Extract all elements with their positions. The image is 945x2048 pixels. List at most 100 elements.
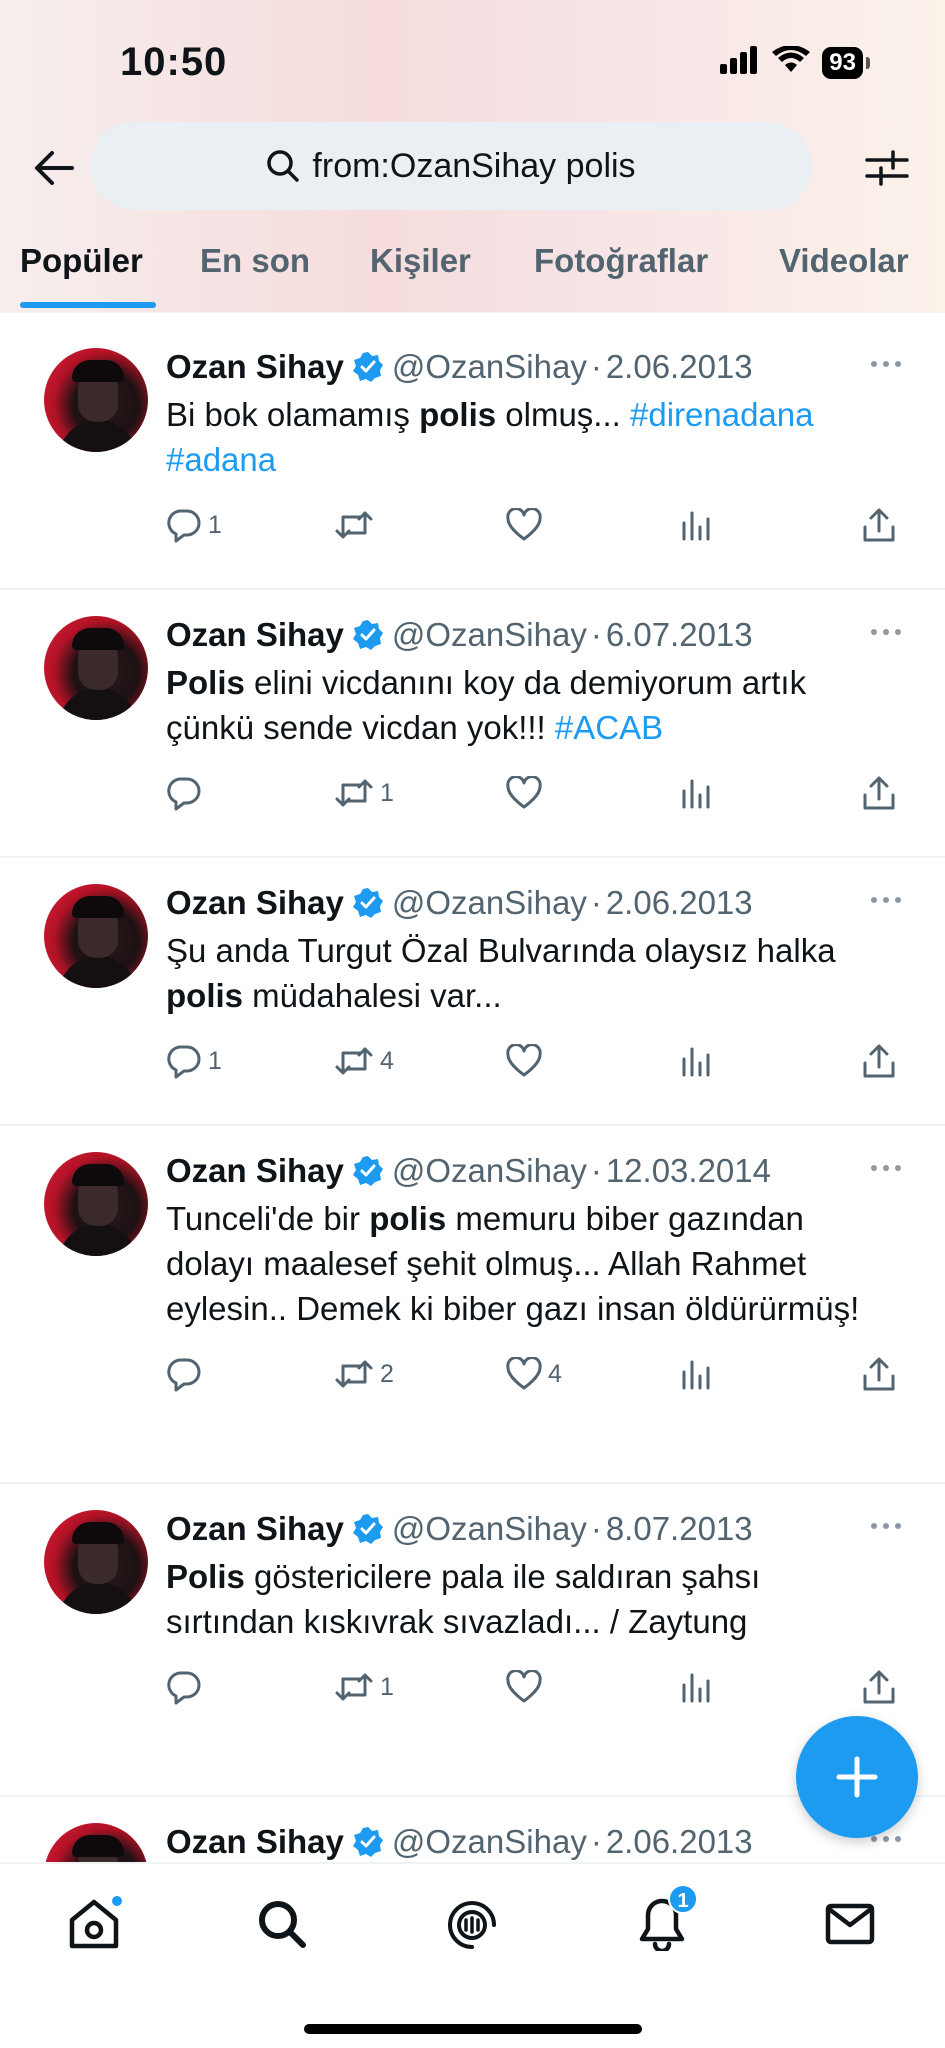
more-icon	[871, 1523, 901, 1529]
views-button[interactable]	[680, 500, 712, 550]
avatar[interactable]	[44, 1152, 148, 1256]
tab-people[interactable]: Kişiler	[370, 242, 471, 280]
compose-tweet-button[interactable]	[796, 1716, 918, 1838]
nav-messages[interactable]	[820, 1894, 880, 1954]
more-options-button[interactable]	[866, 880, 906, 920]
reply-button[interactable]	[166, 1349, 208, 1399]
share-button[interactable]	[862, 1349, 896, 1399]
nav-home[interactable]	[64, 1894, 124, 1954]
views-button[interactable]	[680, 1662, 712, 1712]
tab-popular[interactable]: Popüler	[20, 242, 143, 280]
like-button[interactable]	[506, 1662, 548, 1712]
author-name[interactable]: Ozan Sihay	[166, 616, 344, 654]
reply-icon	[167, 509, 201, 543]
back-button[interactable]	[30, 144, 78, 192]
share-button[interactable]	[862, 768, 896, 818]
tab-photos[interactable]: Fotoğraflar	[534, 242, 708, 280]
views-button[interactable]	[680, 1036, 712, 1086]
reply-button[interactable]: 1	[166, 1036, 222, 1086]
like-button[interactable]: 4	[506, 1349, 562, 1399]
author-name[interactable]: Ozan Sihay	[166, 1510, 344, 1548]
like-button[interactable]	[506, 1036, 548, 1086]
tweet-text-segment: olmuş...	[496, 396, 630, 433]
retweet-button[interactable]: 2	[334, 1349, 394, 1399]
reply-button[interactable]: 1	[166, 500, 222, 550]
tweet[interactable]: Ozan Sihay @OzanSihay · 6.07.2013 Polis …	[0, 590, 945, 858]
more-options-button[interactable]	[866, 612, 906, 652]
avatar[interactable]	[44, 884, 148, 988]
more-icon	[871, 1165, 901, 1171]
tweet-actions: 1	[166, 500, 906, 550]
highlighted-keyword: polis	[369, 1200, 447, 1237]
battery-indicator: 93	[822, 46, 870, 79]
tweet-date[interactable]: 2.06.2013	[606, 884, 753, 922]
search-query: from:OzanSihay polis	[312, 146, 636, 185]
tab-videos[interactable]: Videolar	[779, 242, 909, 280]
share-icon	[863, 508, 895, 542]
retweet-button[interactable]: 1	[334, 1662, 394, 1712]
like-count: 4	[548, 1359, 562, 1388]
tweet-text-segment: Şu anda Turgut Özal Bulvarında olaysız h…	[166, 932, 836, 969]
like-button[interactable]	[506, 500, 548, 550]
avatar[interactable]	[44, 348, 148, 452]
filter-icon	[865, 150, 909, 186]
highlighted-keyword: Polis	[166, 664, 245, 701]
spaces-icon	[448, 1901, 496, 1949]
author-name[interactable]: Ozan Sihay	[166, 1152, 344, 1190]
search-tabs: Popüler En son Kişiler Fotoğraflar Video…	[0, 230, 945, 312]
more-options-button[interactable]	[866, 1148, 906, 1188]
search-input[interactable]: from:OzanSihay polis	[90, 122, 812, 210]
author-name[interactable]: Ozan Sihay	[166, 1823, 344, 1861]
like-icon	[506, 776, 542, 809]
share-button[interactable]	[862, 1662, 896, 1712]
author-handle: @OzanSihay	[391, 1823, 587, 1860]
avatar[interactable]	[44, 1510, 148, 1614]
hashtag-link[interactable]: #adana	[166, 441, 276, 478]
search-settings-button[interactable]	[859, 140, 915, 196]
tab-latest[interactable]: En son	[200, 242, 310, 280]
bottom-navigation: 1	[0, 1862, 945, 2048]
compose-plus-icon	[836, 1756, 878, 1798]
author-name[interactable]: Ozan Sihay	[166, 884, 344, 922]
reply-count: 1	[208, 510, 222, 539]
nav-spaces[interactable]	[442, 1894, 502, 1954]
hashtag-link[interactable]: #direnadana	[630, 396, 814, 433]
nav-notifications[interactable]: 1	[632, 1884, 698, 1954]
tweet[interactable]: Ozan Sihay @OzanSihay · 2.06.2013 Şu and…	[0, 858, 945, 1126]
tweet-date[interactable]: 2.06.2013	[606, 1823, 753, 1861]
views-button[interactable]	[680, 768, 712, 818]
share-button[interactable]	[862, 1036, 896, 1086]
tweet-header: Ozan Sihay @OzanSihay · 8.07.2013	[166, 1506, 906, 1552]
views-button[interactable]	[680, 1349, 712, 1399]
like-button[interactable]	[506, 768, 548, 818]
retweet-button[interactable]: 1	[334, 768, 394, 818]
tweet-date[interactable]: 12.03.2014	[606, 1152, 771, 1190]
tweet[interactable]: Ozan Sihay @OzanSihay · 2.06.2013 Bi bok…	[0, 322, 945, 590]
retweet-icon	[335, 1047, 373, 1075]
hashtag-link[interactable]: #ACAB	[555, 709, 663, 746]
tweet-text-segment: Bi bok olamamış	[166, 396, 420, 433]
retweet-button[interactable]: 4	[334, 1036, 394, 1086]
tweet-date[interactable]: 8.07.2013	[606, 1510, 753, 1548]
tweet-date[interactable]: 6.07.2013	[606, 616, 753, 654]
tweet-text-segment: göstericilere pala ile saldıran şahsı sı…	[166, 1558, 761, 1640]
author-name[interactable]: Ozan Sihay	[166, 348, 344, 386]
tweet-text: Şu anda Turgut Özal Bulvarında olaysız h…	[166, 928, 896, 1018]
reply-button[interactable]	[166, 1662, 208, 1712]
more-icon	[871, 1836, 901, 1842]
separator-dot: ·	[590, 1152, 602, 1189]
tweet[interactable]: Ozan Sihay @OzanSihay · 12.03.2014 Tunce…	[0, 1126, 945, 1484]
views-icon	[682, 1673, 710, 1703]
retweet-button[interactable]	[334, 500, 380, 550]
avatar[interactable]	[44, 616, 148, 720]
reply-button[interactable]	[166, 768, 208, 818]
nav-explore[interactable]	[252, 1894, 312, 1954]
tweet-text: Polis elini vicdanını koy da demiyorum a…	[166, 660, 896, 750]
author-handle: @OzanSihay	[391, 884, 587, 921]
retweet-count: 2	[380, 1359, 394, 1388]
more-options-button[interactable]	[866, 1506, 906, 1546]
retweet-icon	[335, 779, 373, 807]
more-options-button[interactable]	[866, 344, 906, 384]
tweet-date[interactable]: 2.06.2013	[606, 348, 753, 386]
share-button[interactable]	[862, 500, 896, 550]
